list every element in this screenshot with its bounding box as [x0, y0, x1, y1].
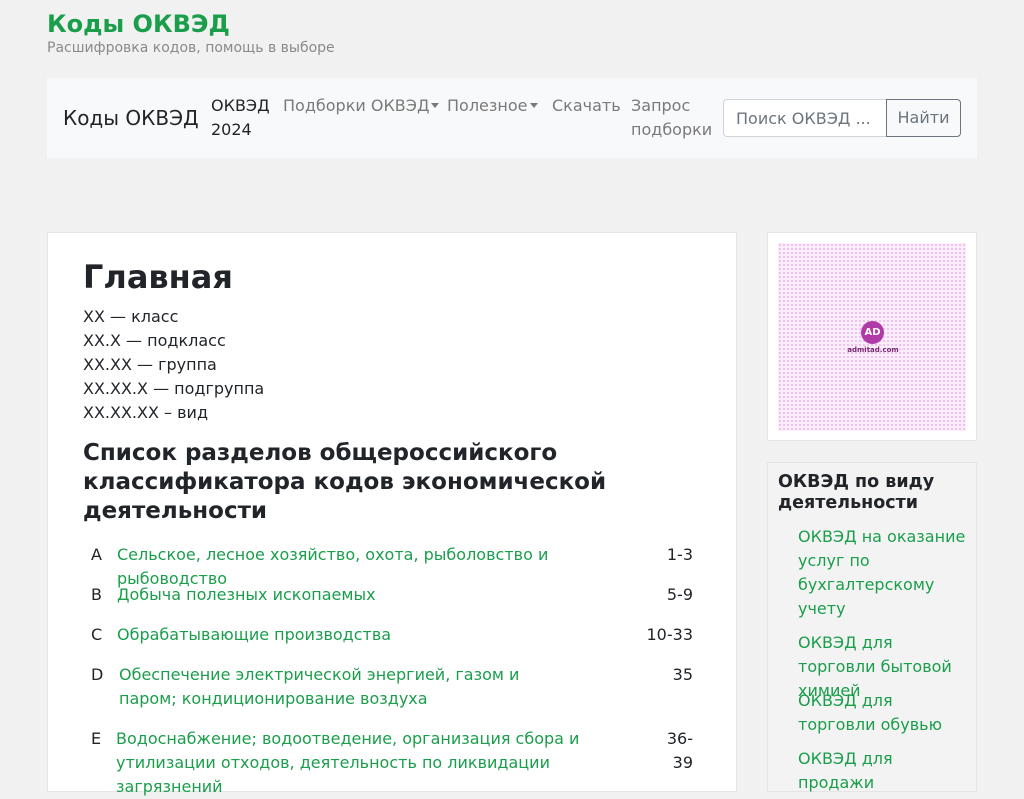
- site-tagline: Расшифровка кодов, помощь в выборе: [47, 40, 335, 56]
- section-link[interactable]: Водоснабжение; водоотведение, организаци…: [116, 727, 646, 799]
- legend-item: XX.XX.XX – вид: [83, 403, 208, 422]
- nav-item-okved-2024[interactable]: ОКВЭД 2024: [211, 94, 271, 142]
- section-row: D Обеспечение электрической энергией, га…: [83, 663, 703, 711]
- sidebar-activities: ОКВЭД по виду деятельности ОКВЭД на оказ…: [767, 462, 977, 792]
- sidebar-link[interactable]: ОКВЭД для продажи: [798, 747, 968, 795]
- page-title: Главная: [83, 258, 233, 296]
- ad-block: AD admitad.com: [767, 232, 977, 441]
- nav-item-skachat[interactable]: Скачать: [552, 94, 621, 118]
- section-letter: A: [91, 545, 102, 564]
- sidebar-title: ОКВЭД по виду деятельности: [778, 472, 935, 513]
- ad-banner[interactable]: AD admitad.com: [778, 243, 966, 431]
- section-range: 5-9: [666, 585, 693, 604]
- sections-heading: Список разделов общероссийского классифи…: [83, 440, 607, 524]
- section-range: 35: [672, 665, 693, 684]
- admitad-logo-icon: AD: [861, 321, 884, 344]
- navbar-brand[interactable]: Коды ОКВЭД: [63, 105, 199, 131]
- section-row: C Обрабатывающие производства 10-33: [83, 623, 703, 647]
- section-row: A Сельское, лесное хозяйство, охота, рыб…: [83, 543, 703, 588]
- section-link[interactable]: Добыча полезных ископаемых: [117, 583, 647, 607]
- site-header: Коды ОКВЭД Расшифровка кодов, помощь в в…: [47, 8, 335, 58]
- nav-item-zapros[interactable]: Запрос подборки: [631, 94, 715, 142]
- section-letter: D: [91, 665, 104, 684]
- search-input[interactable]: [723, 99, 887, 137]
- section-row: B Добыча полезных ископаемых 5-9: [83, 583, 703, 607]
- navbar: Коды ОКВЭД ОКВЭД 2024 Подборки ОКВЭД Пол…: [47, 78, 977, 158]
- caret-down-icon: [529, 103, 538, 108]
- nav-item-label: Полезное: [447, 96, 528, 115]
- section-range: 1-3: [666, 545, 693, 564]
- legend-item: XX.X — подкласс: [83, 331, 226, 350]
- ad-label: admitad.com: [847, 346, 899, 354]
- site-title-link[interactable]: Коды ОКВЭД: [47, 8, 335, 40]
- sidebar-link[interactable]: ОКВЭД для торговли обувью: [798, 689, 968, 737]
- legend-item: XX — класс: [83, 307, 179, 326]
- section-letter: E: [91, 729, 102, 748]
- search-button[interactable]: Найти: [886, 99, 961, 137]
- code-legend: XX — класс XX.X — подкласс XX.XX — групп…: [83, 305, 264, 425]
- sidebar-link[interactable]: ОКВЭД на оказание услуг по бухгалтерском…: [798, 525, 968, 621]
- nav-item-podborki[interactable]: Подборки ОКВЭД: [283, 94, 440, 118]
- nav-item-poleznoe[interactable]: Полезное: [447, 94, 538, 118]
- nav-item-label: Подборки ОКВЭД: [283, 96, 430, 115]
- legend-item: XX.XX — группа: [83, 355, 217, 374]
- section-range: 10-33: [646, 625, 694, 644]
- section-letter: B: [91, 585, 102, 604]
- section-link[interactable]: Обеспечение электрической энергией, газо…: [119, 663, 569, 711]
- section-letter: C: [91, 625, 103, 644]
- caret-down-icon: [431, 103, 440, 108]
- legend-item: XX.XX.X — подгруппа: [83, 379, 265, 398]
- section-link[interactable]: Обрабатывающие производства: [117, 623, 617, 647]
- main-content: Главная XX — класс XX.X — подкласс XX.XX…: [47, 232, 737, 796]
